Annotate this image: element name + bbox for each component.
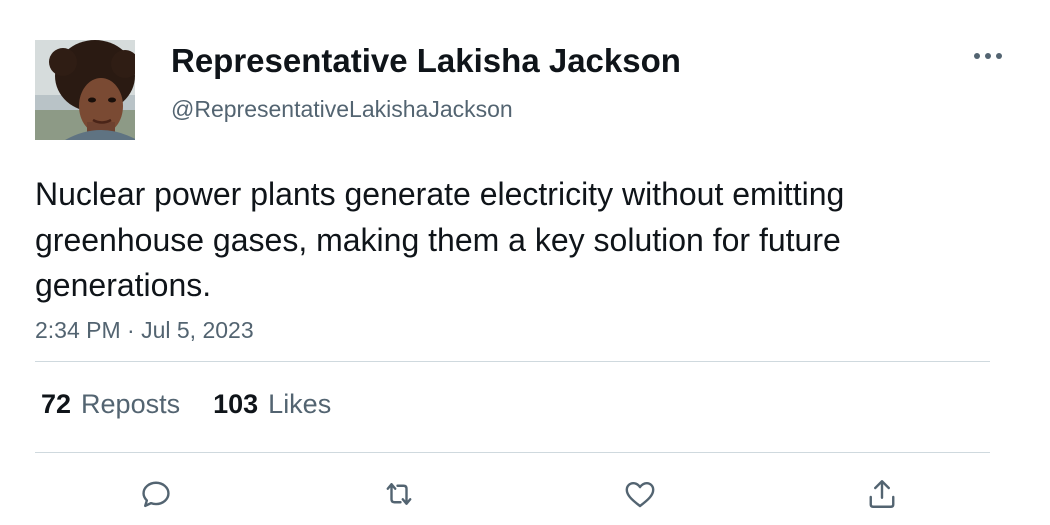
likes-count: 103 (213, 388, 259, 419)
like-button[interactable] (618, 474, 662, 514)
more-options-button[interactable] (972, 44, 1004, 68)
reply-icon (142, 481, 170, 508)
author-handle[interactable]: @RepresentativeLakishaJackson (171, 96, 513, 123)
more-horizontal-icon (974, 53, 1002, 59)
reposts-count: 72 (41, 388, 72, 419)
reply-button[interactable] (134, 474, 178, 514)
share-icon (869, 480, 895, 508)
likes-label: Likes (268, 388, 332, 419)
tweet-text: Nuclear power plants generate electricit… (35, 176, 845, 303)
repost-button[interactable] (377, 474, 421, 514)
avatar[interactable] (35, 40, 135, 140)
engagement-stats: 72 Reposts 103 Likes (41, 386, 364, 422)
reposts-label: Reposts (81, 388, 181, 419)
avatar-image (35, 40, 135, 140)
tweet-timestamp[interactable]: 2:34 PM · Jul 5, 2023 (35, 317, 254, 344)
like-icon (625, 482, 655, 508)
tweet-card: Representative Lakisha Jackson @Represen… (0, 0, 1050, 525)
repost-icon (386, 483, 412, 505)
reposts-stat[interactable]: 72 Reposts (41, 389, 180, 420)
share-button[interactable] (860, 474, 904, 514)
likes-stat[interactable]: 103 Likes (213, 389, 331, 420)
divider (35, 452, 990, 453)
divider (35, 361, 990, 362)
author-name[interactable]: Representative Lakisha Jackson (171, 42, 681, 80)
